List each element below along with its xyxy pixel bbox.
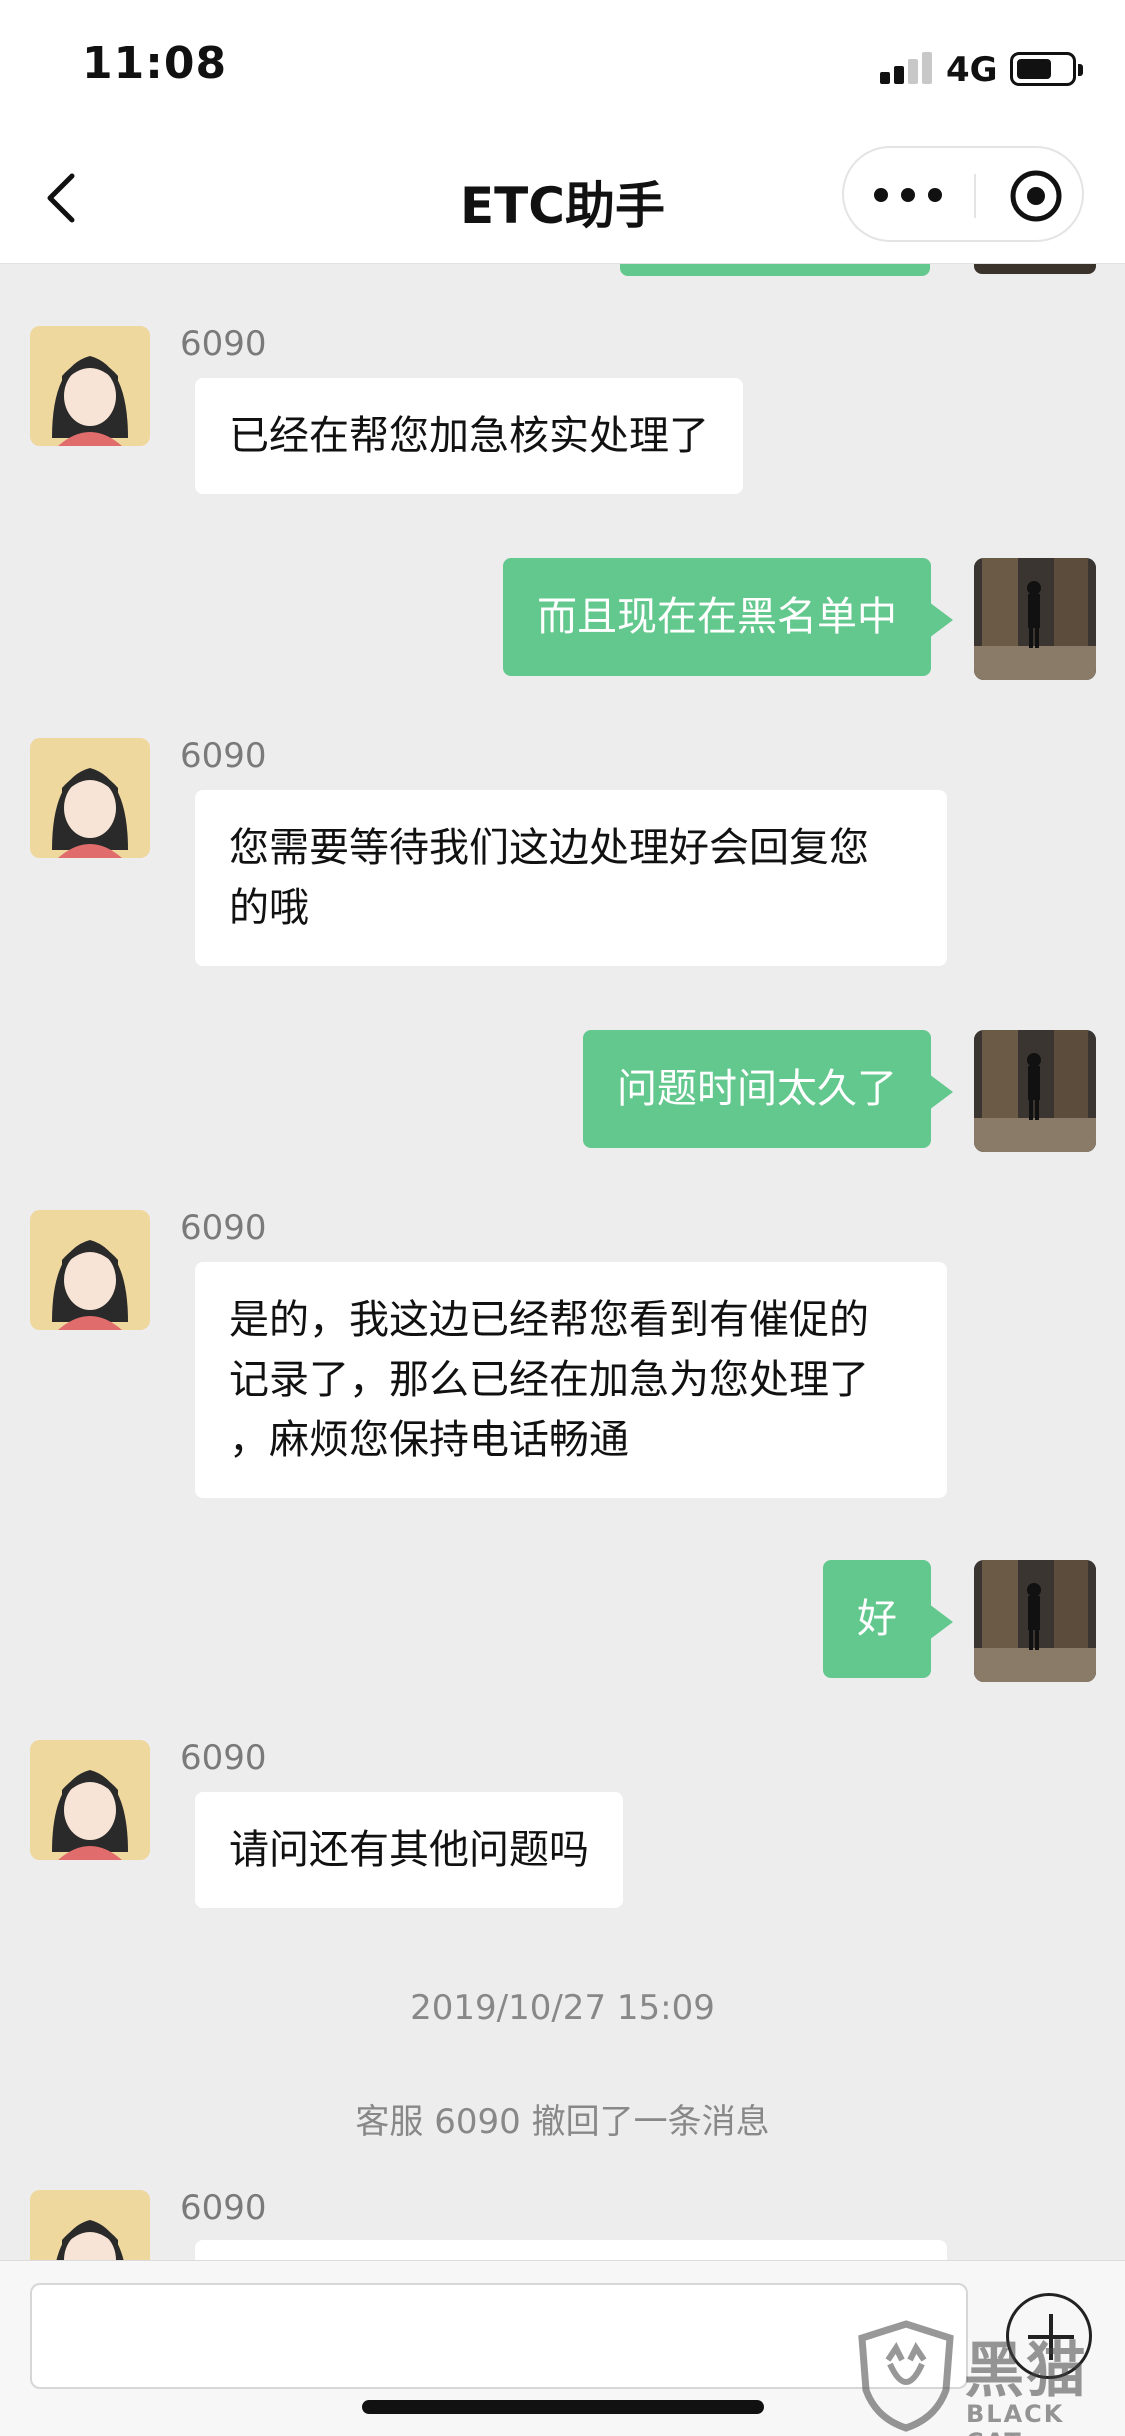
girl-avatar-icon [30,326,150,446]
girl-avatar-icon [30,738,150,858]
home-indicator[interactable] [362,2400,764,2414]
recall-notice: 客服 6090 撤回了一条消息 [355,2102,770,2142]
user-photo-icon [974,1030,1096,1152]
message-bubble-received[interactable]: 是的，我这边已经帮您看到有催促的 记录了，那么已经在加急为您处理了 ，麻烦您保持… [195,1262,947,1498]
sender-name: 6090 [180,736,267,776]
battery-icon [1010,52,1083,86]
agent-avatar[interactable] [30,1740,150,1860]
message-bubble-received[interactable]: 您需要等待我们这边处理好会回复您 的哦 [195,790,947,966]
signal-strength-icon [880,52,936,84]
partial-avatar [974,264,1096,274]
message-input[interactable] [30,2283,968,2389]
mini-program-capsule [842,146,1084,242]
partial-bubble [620,264,930,276]
message-bubble-sent[interactable]: 而且现在在黑名单中 [503,558,953,676]
user-avatar[interactable] [974,558,1096,680]
message-bubble-received[interactable] [195,2240,947,2260]
agent-avatar[interactable] [30,2190,150,2260]
capsule-divider [974,174,976,218]
watermark-en-text: BLACK CAT [966,2400,1065,2436]
message-bubble-received[interactable]: 已经在帮您加急核实处理了 [195,378,743,494]
blackcat-watermark: 黑猫 BLACK CAT [846,2316,1116,2436]
cat-shield-logo-icon [858,2320,954,2432]
girl-avatar-icon [30,2190,150,2260]
more-options-button[interactable] [874,178,950,214]
message-bubble-sent[interactable]: 好 [823,1560,953,1678]
message-line: ，麻烦您保持电话畅通 [229,1417,629,1463]
status-time: 11:08 [82,38,228,89]
girl-avatar-icon [30,1210,150,1330]
sender-name: 6090 [180,1208,267,1248]
user-photo-icon [974,558,1096,680]
network-type: 4G [946,50,998,90]
message-line: 的哦 [229,885,309,931]
user-avatar[interactable] [974,1560,1096,1682]
target-close-icon [1010,170,1062,222]
sender-name: 6090 [180,1738,267,1778]
nav-bar: ETC助手 [0,132,1125,264]
chat-timestamp: 2019/10/27 15:09 [410,1988,715,2028]
user-photo-icon [974,1560,1096,1682]
girl-avatar-icon [30,1740,150,1860]
agent-avatar[interactable] [30,738,150,858]
message-bubble-sent[interactable]: 问题时间太久了 [583,1030,953,1148]
sender-name: 6090 [180,2188,267,2228]
user-avatar[interactable] [974,1030,1096,1152]
chat-area[interactable]: 6090 已经在帮您加急核实处理了 而且现在在黑名单中 6090 您需要等待我们… [0,264,1125,2260]
message-line: 是的，我这边已经帮您看到有催促的 [229,1297,869,1343]
message-line: 记录了，那么已经在加急为您处理了 [229,1357,869,1403]
sender-name: 6090 [180,324,267,364]
message-bubble-received[interactable]: 请问还有其他问题吗 [195,1792,623,1908]
status-bar: 11:08 4G [0,0,1125,132]
watermark-cn-text: 黑猫 [964,2336,1088,2406]
agent-avatar[interactable] [30,1210,150,1330]
message-line: 您需要等待我们这边处理好会回复您 [229,825,869,871]
close-mini-program-button[interactable] [1008,168,1064,224]
agent-avatar[interactable] [30,326,150,446]
